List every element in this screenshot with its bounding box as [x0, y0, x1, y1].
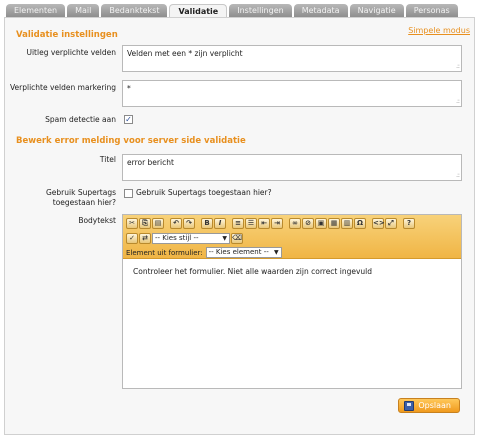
- redo-icon[interactable]: ↷: [183, 218, 195, 229]
- toolbar-row-2: ✓ ⇄ -- Kies stijl -- ▼ ⌫: [126, 233, 243, 244]
- supertags-checkbox-label: Gebruik Supertags toegestaan hier?: [136, 188, 272, 197]
- indent-icon[interactable]: ⇥: [271, 218, 283, 229]
- ordered-list-icon[interactable]: ≡: [232, 218, 244, 229]
- toolbar-row-3: Element uit formulier: -- Kies element -…: [126, 247, 282, 258]
- link-icon[interactable]: ∞: [289, 218, 301, 229]
- marker-field[interactable]: * .::: [122, 80, 462, 107]
- tab-bedanktekst[interactable]: Bedanktekst: [101, 4, 168, 17]
- tab-metadata[interactable]: Metadata: [293, 4, 348, 17]
- image-icon[interactable]: ▣: [315, 218, 327, 229]
- explain-label: Uitleg verplichte velden: [26, 48, 116, 57]
- save-button[interactable]: Opslaan: [398, 398, 460, 413]
- supertags-checkbox[interactable]: [124, 189, 133, 198]
- element-select[interactable]: -- Kies element -- ▼: [205, 247, 282, 258]
- marker-value: *: [127, 84, 131, 93]
- style-select[interactable]: -- Kies stijl -- ▼: [152, 233, 230, 244]
- element-label: Element uit formulier:: [126, 248, 203, 257]
- tab-navigatie[interactable]: Navigatie: [349, 4, 404, 17]
- replace-icon[interactable]: ⇄: [139, 233, 151, 244]
- marker-label: Verplichte velden markering: [10, 83, 116, 92]
- style-select-value: -- Kies stijl --: [155, 234, 199, 242]
- unlink-icon[interactable]: ⊘: [302, 218, 314, 229]
- editor-content[interactable]: Controleer het formulier. Niet alle waar…: [123, 259, 461, 284]
- error-section-title: Bewerk error melding voor server side va…: [16, 136, 246, 146]
- element-select-value: -- Kies element --: [208, 248, 269, 256]
- explain-field[interactable]: Velden met een * zijn verplicht .::: [122, 45, 462, 72]
- media-icon[interactable]: ▦: [328, 218, 340, 229]
- undo-icon[interactable]: ↶: [170, 218, 182, 229]
- save-label: Opslaan: [418, 401, 451, 410]
- spam-label: Spam detectie aan: [45, 115, 116, 124]
- supertags-label-line2: toegestaan hier?: [52, 198, 116, 207]
- resize-grip-icon[interactable]: .::: [456, 172, 460, 179]
- floppy-disk-icon: [404, 401, 414, 411]
- body-label: Bodytekst: [78, 216, 116, 225]
- validation-section-title: Validatie instellingen: [16, 30, 118, 40]
- explain-value: Velden met een * zijn verplicht: [127, 49, 243, 58]
- supertags-label: Gebruik Supertags toegestaan hier?: [10, 188, 116, 208]
- help-icon[interactable]: ?: [403, 218, 415, 229]
- editor-toolbar: ✂ ⎘ ▤ ↶ ↷ B I ≡ ☰ ⇤ ⇥ ∞ ⊘ ▣ ▦ ▥ Ω <> ⤢ ?: [123, 215, 461, 259]
- html-source-icon[interactable]: <>: [372, 218, 385, 229]
- body-text: Controleer het formulier. Niet alle waar…: [133, 267, 373, 276]
- resize-grip-icon[interactable]: .::: [456, 98, 460, 105]
- title-field[interactable]: error bericht .::: [122, 154, 462, 181]
- bold-icon[interactable]: B: [201, 218, 213, 229]
- supertags-label-line1: Gebruik Supertags: [45, 188, 116, 197]
- chevron-down-icon: ▼: [274, 249, 279, 256]
- paste-icon[interactable]: ▤: [152, 218, 164, 229]
- cut-icon[interactable]: ✂: [126, 218, 138, 229]
- spam-checkbox[interactable]: ✓: [124, 115, 133, 124]
- title-value: error bericht: [127, 158, 174, 167]
- copy-icon[interactable]: ⎘: [139, 218, 151, 229]
- title-label: Titel: [99, 155, 116, 164]
- tab-mail[interactable]: Mail: [67, 4, 100, 17]
- fullscreen-icon[interactable]: ⤢: [385, 218, 397, 229]
- tab-validatie[interactable]: Validatie: [169, 4, 228, 18]
- chevron-down-icon: ▼: [222, 235, 227, 242]
- spellcheck-icon[interactable]: ✓: [126, 233, 138, 244]
- unordered-list-icon[interactable]: ☰: [245, 218, 257, 229]
- italic-icon[interactable]: I: [214, 218, 226, 229]
- tab-elementen[interactable]: Elementen: [6, 4, 66, 17]
- table-icon[interactable]: ▥: [341, 218, 353, 229]
- rich-text-editor[interactable]: ✂ ⎘ ▤ ↶ ↷ B I ≡ ☰ ⇤ ⇥ ∞ ⊘ ▣ ▦ ▥ Ω <> ⤢ ?: [122, 214, 462, 389]
- tab-instellingen[interactable]: Instellingen: [229, 4, 292, 17]
- tab-personas[interactable]: Personas: [405, 4, 458, 17]
- outdent-icon[interactable]: ⇤: [258, 218, 270, 229]
- special-char-icon[interactable]: Ω: [354, 218, 366, 229]
- toolbar-row-1: ✂ ⎘ ▤ ↶ ↷ B I ≡ ☰ ⇤ ⇥ ∞ ⊘ ▣ ▦ ▥ Ω <> ⤢ ?: [126, 218, 415, 229]
- simple-mode-link[interactable]: Simpele modus: [408, 26, 470, 35]
- resize-grip-icon[interactable]: .::: [456, 63, 460, 70]
- clear-format-icon[interactable]: ⌫: [231, 233, 243, 244]
- tab-bar: Elementen Mail Bedanktekst Validatie Ins…: [6, 4, 458, 18]
